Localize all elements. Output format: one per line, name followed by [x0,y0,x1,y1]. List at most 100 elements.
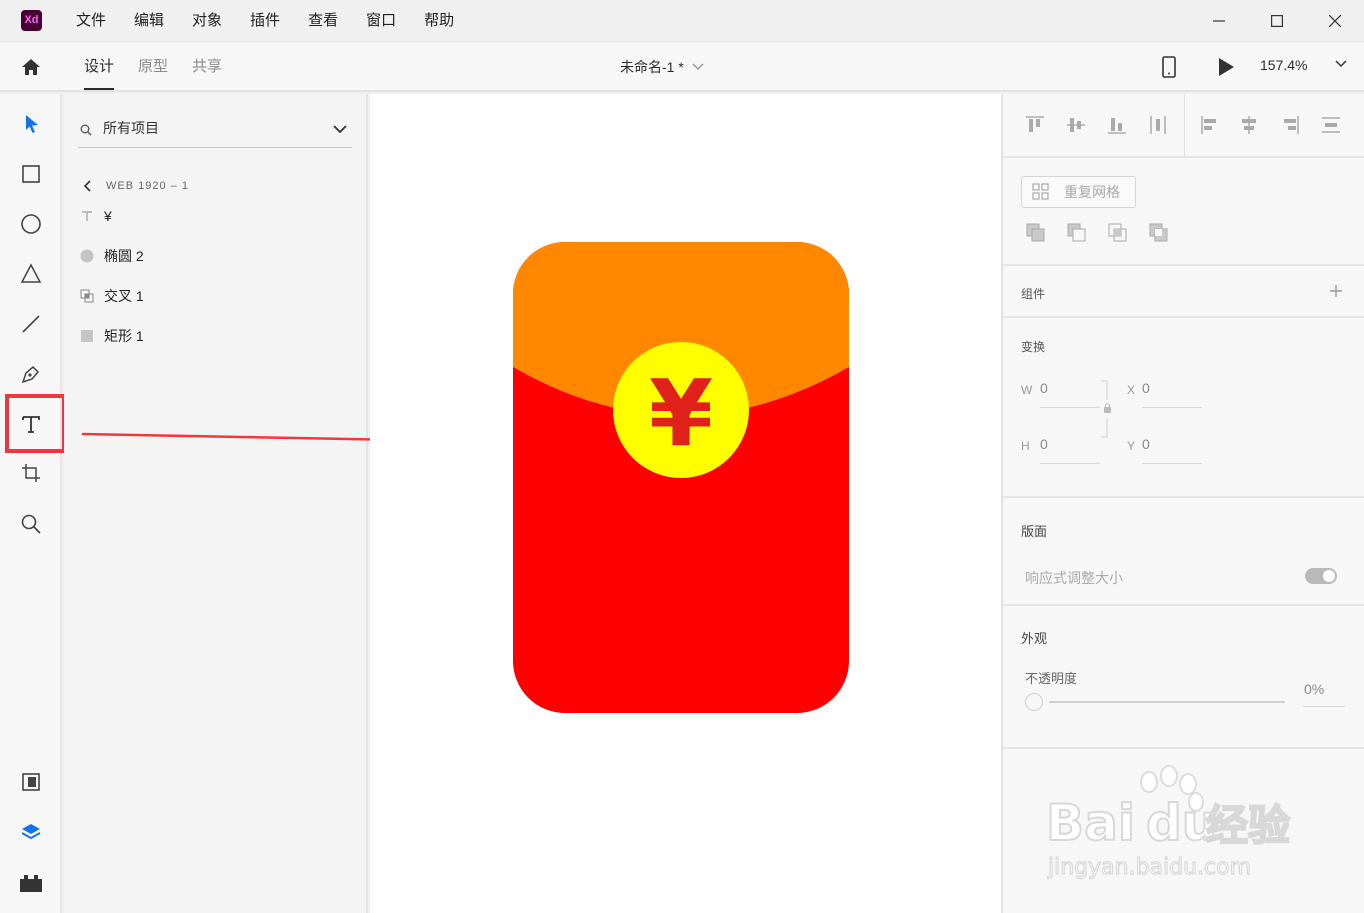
preview-play-button[interactable] [1215,56,1237,78]
menu-file[interactable]: 文件 [62,0,120,42]
appearance-section: 外观 不透明度 0% [1003,606,1364,749]
line-tool[interactable] [19,312,43,336]
home-button[interactable] [18,54,44,80]
layers-filter-label: 所有项目 [103,120,159,136]
polygon-tool[interactable] [19,262,43,286]
close-button[interactable] [1306,0,1364,42]
zoom-tool[interactable] [19,512,43,536]
lock-aspect-icon[interactable] [1101,380,1113,438]
pen-icon [21,365,40,384]
height-label: H [1021,439,1030,453]
distribute-vertical-icon[interactable] [1320,114,1342,136]
responsive-resize-toggle[interactable] [1305,568,1337,584]
opacity-slider-track[interactable] [1049,701,1285,703]
menu-window[interactable]: 窗口 [352,0,410,42]
plugins-button[interactable] [19,870,43,894]
repeat-grid-button[interactable]: 重复网格 [1021,176,1136,208]
layers-icon [21,824,41,840]
layer-name: 矩形 1 [104,328,144,344]
tab-design[interactable]: 设计 [72,42,126,92]
layers-search[interactable]: 所有项目 [78,112,352,148]
align-center-icon[interactable] [1238,114,1260,136]
distribute-horizontal-icon[interactable] [1147,114,1169,136]
boolean-intersect-icon[interactable] [1107,222,1129,244]
line-icon [22,315,40,333]
x-field[interactable]: 0 [1142,380,1150,396]
appearance-title: 外观 [1021,631,1048,646]
artboard-breadcrumb[interactable]: WEB 1920 – 1 [82,176,189,196]
device-preview-button[interactable] [1158,54,1180,80]
height-underline [1040,463,1100,464]
pen-tool[interactable] [19,362,43,386]
menu-help[interactable]: 帮助 [410,0,468,42]
layer-item[interactable]: 交叉 1 [80,285,144,307]
menu-view[interactable]: 查看 [294,0,352,42]
artboard-tool[interactable] [19,461,43,485]
watermark-brand: Bai [1046,794,1135,852]
tab-prototype[interactable]: 原型 [126,42,180,92]
artboard-canvas[interactable]: ¥ [370,94,1001,913]
repeat-grid-section: 重复网格 [1003,158,1364,266]
zoom-level[interactable]: 157.4% [1260,42,1307,90]
plugins-icon [20,875,42,892]
title-bar: Xd 文件 编辑 对象 插件 查看 窗口 帮助 [0,0,1364,42]
menu-bar: 文件 编辑 对象 插件 查看 窗口 帮助 [62,0,468,42]
baidu-jingyan-watermark: Bai du 经验 jingyan.baidu.com [1045,764,1294,886]
layers-panel: 所有项目 WEB 1920 – 1 ¥ 椭圆 2 交叉 1 矩形 1 [64,94,470,913]
zoom-dropdown[interactable] [1334,57,1348,71]
rectangle-tool[interactable] [19,162,43,186]
chevron-down-icon [692,63,704,71]
layout-section: 版面 响应式调整大小 [1003,498,1364,606]
align-middle-icon[interactable] [1065,114,1087,136]
magnifier-icon [21,514,41,534]
y-field[interactable]: 0 [1142,436,1150,452]
ellipse-icon [80,249,94,263]
rectangle-icon [80,329,94,343]
align-left-icon[interactable] [1199,114,1221,136]
artboard-name: WEB 1920 – 1 [106,180,189,192]
transform-title: 变换 [1021,340,1046,354]
assets-icon [22,773,40,791]
add-component-icon[interactable] [1329,284,1343,298]
document-title[interactable]: 未命名-1 * [620,42,704,92]
baidu-paw-logo: Bai du 经验 jingyan.baidu.com [1045,765,1291,881]
x-underline [1142,407,1202,408]
x-label: X [1127,383,1136,397]
align-bottom-icon[interactable] [1106,114,1128,136]
search-icon [80,124,92,136]
width-field[interactable]: 0 [1040,380,1048,396]
boolean-add-icon[interactable] [1025,222,1047,244]
minimize-button[interactable] [1190,0,1248,42]
component-title: 组件 [1021,287,1046,301]
opacity-slider-thumb[interactable] [1025,693,1043,711]
home-icon [22,59,40,75]
document-title-text: 未命名-1 * [620,59,684,75]
layer-item[interactable]: 矩形 1 [80,325,144,347]
rectangle-icon [22,165,40,183]
select-tool[interactable] [19,112,43,136]
align-top-icon[interactable] [1024,114,1046,136]
layer-item[interactable]: 椭圆 2 [80,245,144,267]
y-underline [1142,463,1202,464]
layers-button[interactable] [19,820,43,844]
assets-button[interactable] [19,770,43,794]
menu-edit[interactable]: 编辑 [120,0,178,42]
ellipse-tool[interactable] [19,212,43,236]
intersect-icon [80,289,94,303]
maximize-button[interactable] [1248,0,1306,42]
boolean-subtract-icon[interactable] [1066,222,1088,244]
tab-share[interactable]: 共享 [180,42,234,92]
opacity-underline [1303,706,1345,707]
align-right-icon[interactable] [1279,114,1301,136]
layer-name: ¥ [104,208,112,224]
opacity-value[interactable]: 0% [1304,681,1324,697]
menu-object[interactable]: 对象 [178,0,236,42]
grid-icon [1032,183,1049,200]
chevron-down-icon [1335,60,1347,68]
layer-item[interactable]: ¥ [80,205,112,227]
boolean-exclude-icon[interactable] [1148,222,1170,244]
watermark-cn: 经验 [1206,801,1290,850]
height-field[interactable]: 0 [1040,436,1048,452]
menu-plugins[interactable]: 插件 [236,0,294,42]
play-icon [1219,58,1234,76]
